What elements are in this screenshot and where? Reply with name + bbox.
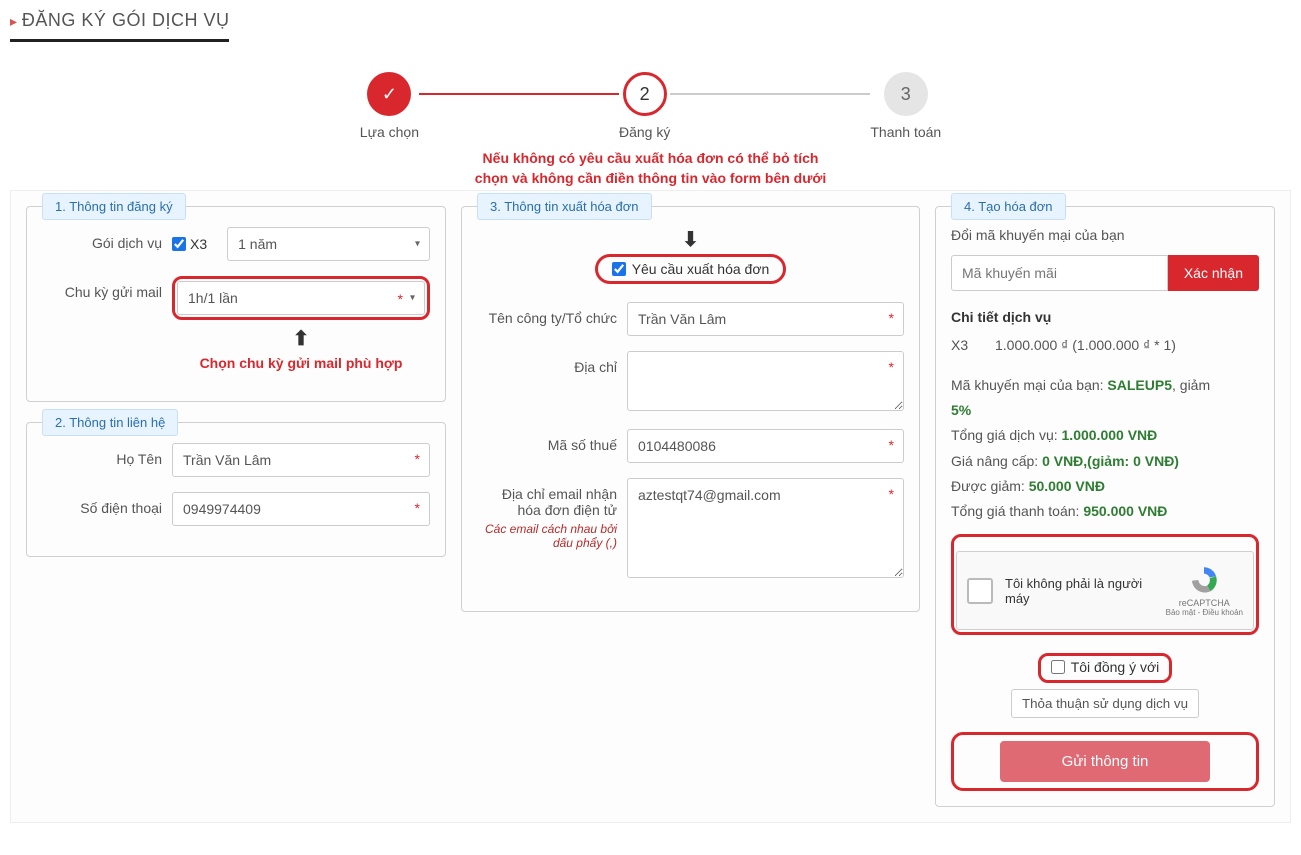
recaptcha-checkbox[interactable]	[967, 578, 993, 604]
address-label: Địa chỉ	[477, 351, 617, 375]
duration-select[interactable]: 1 năm	[227, 227, 430, 261]
promo-confirm-button[interactable]: Xác nhận	[1168, 255, 1259, 291]
invoice-checkbox[interactable]	[612, 262, 626, 276]
step-number: 2	[623, 72, 667, 116]
mail-cycle-select[interactable]: 1h/1 lần	[177, 281, 425, 315]
fullname-label: Họ Tên	[42, 443, 162, 467]
fullname-input[interactable]	[172, 443, 430, 477]
panel-title: 1. Thông tin đăng ký	[42, 193, 186, 220]
panel-contact-info: 2. Thông tin liên hệ Họ Tên * Số điện th…	[26, 422, 446, 557]
panel-title: 3. Thông tin xuất hóa đơn	[477, 193, 652, 220]
promo-input[interactable]	[951, 255, 1168, 291]
email-invoice-textarea[interactable]: aztestqt74@gmail.com	[627, 478, 904, 578]
panel-invoice-info: 3. Thông tin xuất hóa đơn ⬇ Yêu cầu xuất…	[461, 206, 920, 612]
service-detail-title: Chi tiết dịch vụ	[951, 309, 1259, 325]
required-star-icon: *	[398, 291, 403, 307]
promo-label: Đổi mã khuyến mại của bạn	[951, 227, 1259, 243]
step-3: 3 Thanh toán	[870, 72, 941, 140]
submit-button[interactable]: Gửi thông tin	[1000, 741, 1210, 782]
required-star-icon: *	[889, 310, 894, 326]
step-label: Đăng ký	[619, 124, 670, 140]
required-star-icon: *	[889, 437, 894, 453]
recaptcha-logo-icon: reCAPTCHA Bảo mật - Điều khoản	[1166, 564, 1243, 617]
required-star-icon: *	[889, 359, 894, 375]
company-label: Tên công ty/Tổ chức	[477, 302, 617, 326]
recaptcha-widget[interactable]: Tôi không phải là người máy reCAPTCHA Bả…	[956, 551, 1254, 630]
package-checkbox[interactable]	[172, 237, 186, 251]
address-textarea[interactable]	[627, 351, 904, 411]
step-connector	[419, 93, 619, 95]
price-summary: Mã khuyến mại của bạn: SALEUP5, giảm 5% …	[951, 373, 1259, 524]
tax-input[interactable]	[627, 429, 904, 463]
panel-title: 2. Thông tin liên hệ	[42, 409, 178, 436]
service-code: X3	[951, 337, 981, 353]
package-label: Gói dịch vụ	[42, 227, 162, 251]
total-payment: 950.000 VNĐ	[1083, 503, 1167, 519]
mail-cycle-label: Chu kỳ gửi mail	[42, 276, 162, 300]
recaptcha-text: Tôi không phải là người máy	[1005, 576, 1154, 606]
total-service-price: 1.000.000 VNĐ	[1062, 427, 1158, 443]
tax-label: Mã số thuế	[477, 429, 617, 453]
form-container: 1. Thông tin đăng ký Gói dịch vụ X3 1 nă…	[10, 190, 1291, 823]
promo-code-value: SALEUP5	[1107, 377, 1172, 393]
required-star-icon: *	[415, 451, 420, 467]
invoice-request-toggle[interactable]: Yêu cầu xuất hóa đơn	[612, 261, 770, 277]
phone-label: Số điện thoại	[42, 492, 162, 516]
service-price: 1.000.000 ₫ (1.000.000 ₫ * 1)	[995, 337, 1176, 353]
annotation-mail-cycle: Chọn chu kỳ gửi mail phù hợp	[172, 355, 430, 371]
step-label: Lựa chọn	[360, 124, 419, 140]
phone-input[interactable]	[172, 492, 430, 526]
page-title: ĐĂNG KÝ GÓI DỊCH VỤ	[10, 10, 229, 42]
agree-label: Tôi đồng ý với	[1071, 659, 1160, 675]
step-2: 2 Đăng ký	[619, 72, 670, 140]
company-input[interactable]	[627, 302, 904, 336]
email-hint: Các email cách nhau bởi dấu phẩy (,)	[477, 522, 617, 550]
progress-bar: Lựa chọn 2 Đăng ký 3 Thanh toán	[10, 72, 1291, 140]
panel-registration-info: 1. Thông tin đăng ký Gói dịch vụ X3 1 nă…	[26, 206, 446, 402]
arrow-up-icon: ⬆	[293, 328, 310, 350]
promo-percent: 5%	[951, 402, 971, 418]
arrow-down-icon: ⬇	[682, 229, 699, 251]
panel-title: 4. Tạo hóa đơn	[951, 193, 1066, 220]
discount-amount: 50.000 VNĐ	[1029, 478, 1105, 494]
invoice-request-label: Yêu cầu xuất hóa đơn	[632, 261, 770, 277]
agree-checkbox[interactable]	[1051, 660, 1065, 674]
step-1: Lựa chọn	[360, 72, 419, 140]
step-number: 3	[884, 72, 928, 116]
required-star-icon: *	[889, 486, 894, 502]
annotation-invoice-note-2: chọn và không cần điền thông tin vào for…	[10, 170, 1291, 186]
upgrade-price: 0 VNĐ,(giảm: 0 VNĐ)	[1042, 453, 1179, 469]
required-star-icon: *	[415, 500, 420, 516]
package-code: X3	[190, 236, 207, 252]
service-detail-row: X3 1.000.000 ₫ (1.000.000 ₫ * 1)	[951, 337, 1259, 353]
annotation-invoice-note: Nếu không có yêu cầu xuất hóa đơn có thể…	[10, 150, 1291, 166]
email-invoice-label: Địa chỉ email nhận hóa đơn điện tử	[477, 478, 617, 518]
tos-button[interactable]: Thỏa thuận sử dụng dịch vụ	[1011, 689, 1199, 718]
step-connector	[670, 93, 870, 95]
panel-create-invoice: 4. Tạo hóa đơn Đổi mã khuyến mại của bạn…	[935, 206, 1275, 807]
check-icon	[367, 72, 411, 116]
step-label: Thanh toán	[870, 124, 941, 140]
